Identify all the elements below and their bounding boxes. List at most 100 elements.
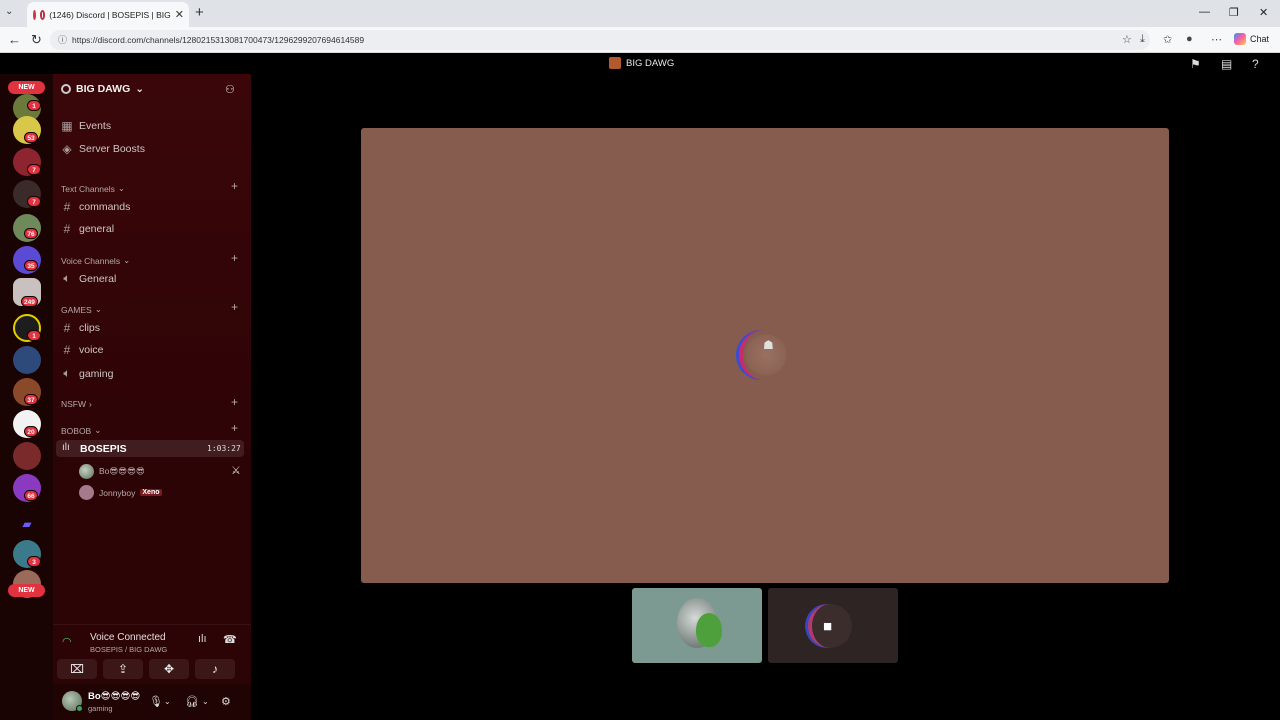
invite-people-icon[interactable]: ⚇ (225, 83, 235, 96)
chevron-down-icon: ⌄ (123, 255, 131, 265)
channel-general-voice[interactable]: 🔈︎ General (61, 271, 116, 286)
voice-connected-label[interactable]: Voice Connected (90, 632, 166, 643)
user-status: gaming (88, 704, 113, 713)
voice-user[interactable]: Jonnyboy Xeno (79, 485, 162, 500)
download-icon[interactable]: ⤓ (1140, 33, 1145, 46)
participant-tile[interactable] (632, 588, 762, 663)
voice-timer: 1:03:27 (207, 444, 241, 453)
channel-label: gaming (79, 367, 114, 380)
active-voice-channel[interactable]: ılı BOSEPIS 1:03:27 (56, 440, 244, 457)
chevron-down-icon: ⌄ (94, 425, 102, 435)
channel-gaming[interactable]: 🔈︎ gaming (61, 366, 113, 381)
channel-sidebar: BIG DAWG ⌄ ⚇ ▦ Events ◈ Server Boosts Te… (53, 74, 251, 720)
voice-user-name: Jonnyboy (99, 487, 136, 498)
folder-icon[interactable]: ▰ (13, 510, 41, 538)
url-field[interactable]: ⓘ https://discord.com/channels/128021531… (50, 30, 1150, 50)
browser-tab[interactable]: (1246) Discord | BOSEPIS | BIG ✕ (27, 2, 189, 27)
chat-label: Chat (1250, 34, 1270, 44)
channel-label: voice (79, 344, 104, 356)
new-tab-button[interactable]: + (195, 4, 204, 21)
restore-icon[interactable]: ❐ (1229, 6, 1239, 19)
mention-badge: 7 (27, 196, 41, 207)
chevron-right-icon: › (89, 399, 92, 409)
events-label: Events (79, 120, 112, 132)
category-games[interactable]: GAMES ⌄ (61, 304, 102, 315)
microphone-icon[interactable]: 🎙︎ (149, 695, 163, 708)
headphones-icon[interactable]: 🎧︎ (185, 695, 199, 708)
profile-icon[interactable]: ● (1186, 33, 1193, 45)
settings-gear-icon[interactable]: ⚙ (221, 695, 231, 708)
chevron-down-icon[interactable]: ⌄ (164, 697, 171, 706)
inbox-icon[interactable]: ▤ (1221, 57, 1232, 71)
mention-badge: 1 (27, 100, 41, 111)
mention-badge: 35 (24, 260, 38, 271)
mention-badge: 76 (24, 228, 38, 239)
voice-location[interactable]: BOSEPIS / BIG DAWG (90, 645, 167, 654)
disconnect-icon[interactable]: ☎ (223, 633, 237, 646)
discord-favicon-icon (33, 9, 36, 20)
voice-user-name: Bo😎😎😎😎 (99, 466, 145, 476)
help-icon[interactable]: ? (1252, 57, 1259, 71)
create-channel-plus-icon[interactable]: + (231, 300, 238, 314)
category-label: Voice Channels (61, 255, 121, 266)
server-boosts-item[interactable]: ◈ Server Boosts (61, 142, 145, 156)
category-nsfw[interactable]: NSFW › (61, 399, 92, 409)
favorites-icon[interactable]: ✩ (1163, 33, 1172, 46)
create-channel-plus-icon[interactable]: + (231, 395, 238, 409)
new-badge: NEW (8, 81, 45, 94)
server-icon (609, 57, 621, 69)
channel-commands[interactable]: # commands (61, 200, 131, 214)
channel-general-text[interactable]: # general (61, 222, 114, 236)
soundboard-button[interactable]: ♪ (195, 659, 235, 679)
hash-icon: # (63, 222, 71, 236)
more-options-icon[interactable]: ⋯ (1211, 33, 1222, 46)
username[interactable]: Bo😎😎😎😎 (88, 691, 140, 702)
chevron-down-icon: ⌄ (135, 83, 145, 95)
create-channel-plus-icon[interactable]: + (231, 179, 238, 193)
close-window-icon[interactable]: ✕ (1259, 6, 1268, 19)
copilot-icon (1234, 33, 1246, 45)
channel-label: commands (79, 201, 131, 213)
channel-clips[interactable]: # clips (61, 321, 100, 335)
tab-list-chevron-icon[interactable]: ⌄ (5, 6, 13, 17)
channel-voice[interactable]: # voice (61, 343, 104, 357)
chevron-down-icon[interactable]: ⌄ (202, 697, 209, 706)
game-tag: Xeno (140, 489, 162, 496)
hash-icon: # (63, 321, 71, 335)
back-icon[interactable]: ← (8, 32, 21, 47)
guild-header[interactable]: BIG DAWG ⌄ (61, 83, 144, 95)
category-voice-channels[interactable]: Voice Channels ⌄ (61, 255, 130, 266)
events-item[interactable]: ▦ Events (61, 119, 111, 133)
flag-icon[interactable]: ⚑ (1190, 57, 1201, 71)
server-icon[interactable] (13, 346, 41, 374)
copilot-chat-button[interactable]: Chat (1234, 33, 1269, 45)
noise-suppression-icon[interactable]: ılı (198, 633, 207, 645)
category-text-channels[interactable]: Text Channels ⌄ (61, 183, 125, 194)
hash-icon: # (63, 200, 71, 214)
voice-activity-icon: ılı (62, 442, 70, 453)
reload-icon[interactable]: ↻ (31, 32, 42, 48)
close-tab-icon[interactable]: ✕ (175, 8, 184, 21)
participant-tile[interactable]: ■ (768, 588, 898, 663)
site-info-icon[interactable]: ⓘ (58, 30, 67, 50)
calendar-icon: ▦ (61, 119, 73, 133)
screen-share-button[interactable]: ⇪ (103, 659, 143, 679)
activities-button[interactable]: ✥ (149, 659, 189, 679)
mention-badge: 7 (27, 164, 41, 175)
channel-label: General (79, 272, 117, 285)
minimize-icon[interactable]: — (1199, 6, 1210, 18)
signal-icon[interactable]: ◠ (62, 635, 72, 648)
category-label: GAMES (61, 304, 92, 315)
discord-app: BIG DAWG ⚑ ▤ ? NEW 1 53 7 7 76 35 249 1 … (0, 54, 1280, 720)
online-status-icon (76, 705, 83, 712)
voice-user[interactable]: Bo😎😎😎😎 (79, 464, 145, 479)
call-stage-tile[interactable]: ☗ (361, 128, 1169, 583)
favorite-star-icon[interactable]: ☆ (1122, 33, 1132, 46)
speaker-icon: 🔈︎ (63, 366, 71, 380)
camera-icon: ■ (823, 618, 833, 635)
server-icon[interactable] (13, 442, 41, 470)
create-channel-plus-icon[interactable]: + (231, 251, 238, 265)
camera-off-button[interactable]: ⌧ (57, 659, 97, 679)
category-bobob[interactable]: BOBOB ⌄ (61, 425, 101, 436)
create-channel-plus-icon[interactable]: + (231, 421, 238, 435)
